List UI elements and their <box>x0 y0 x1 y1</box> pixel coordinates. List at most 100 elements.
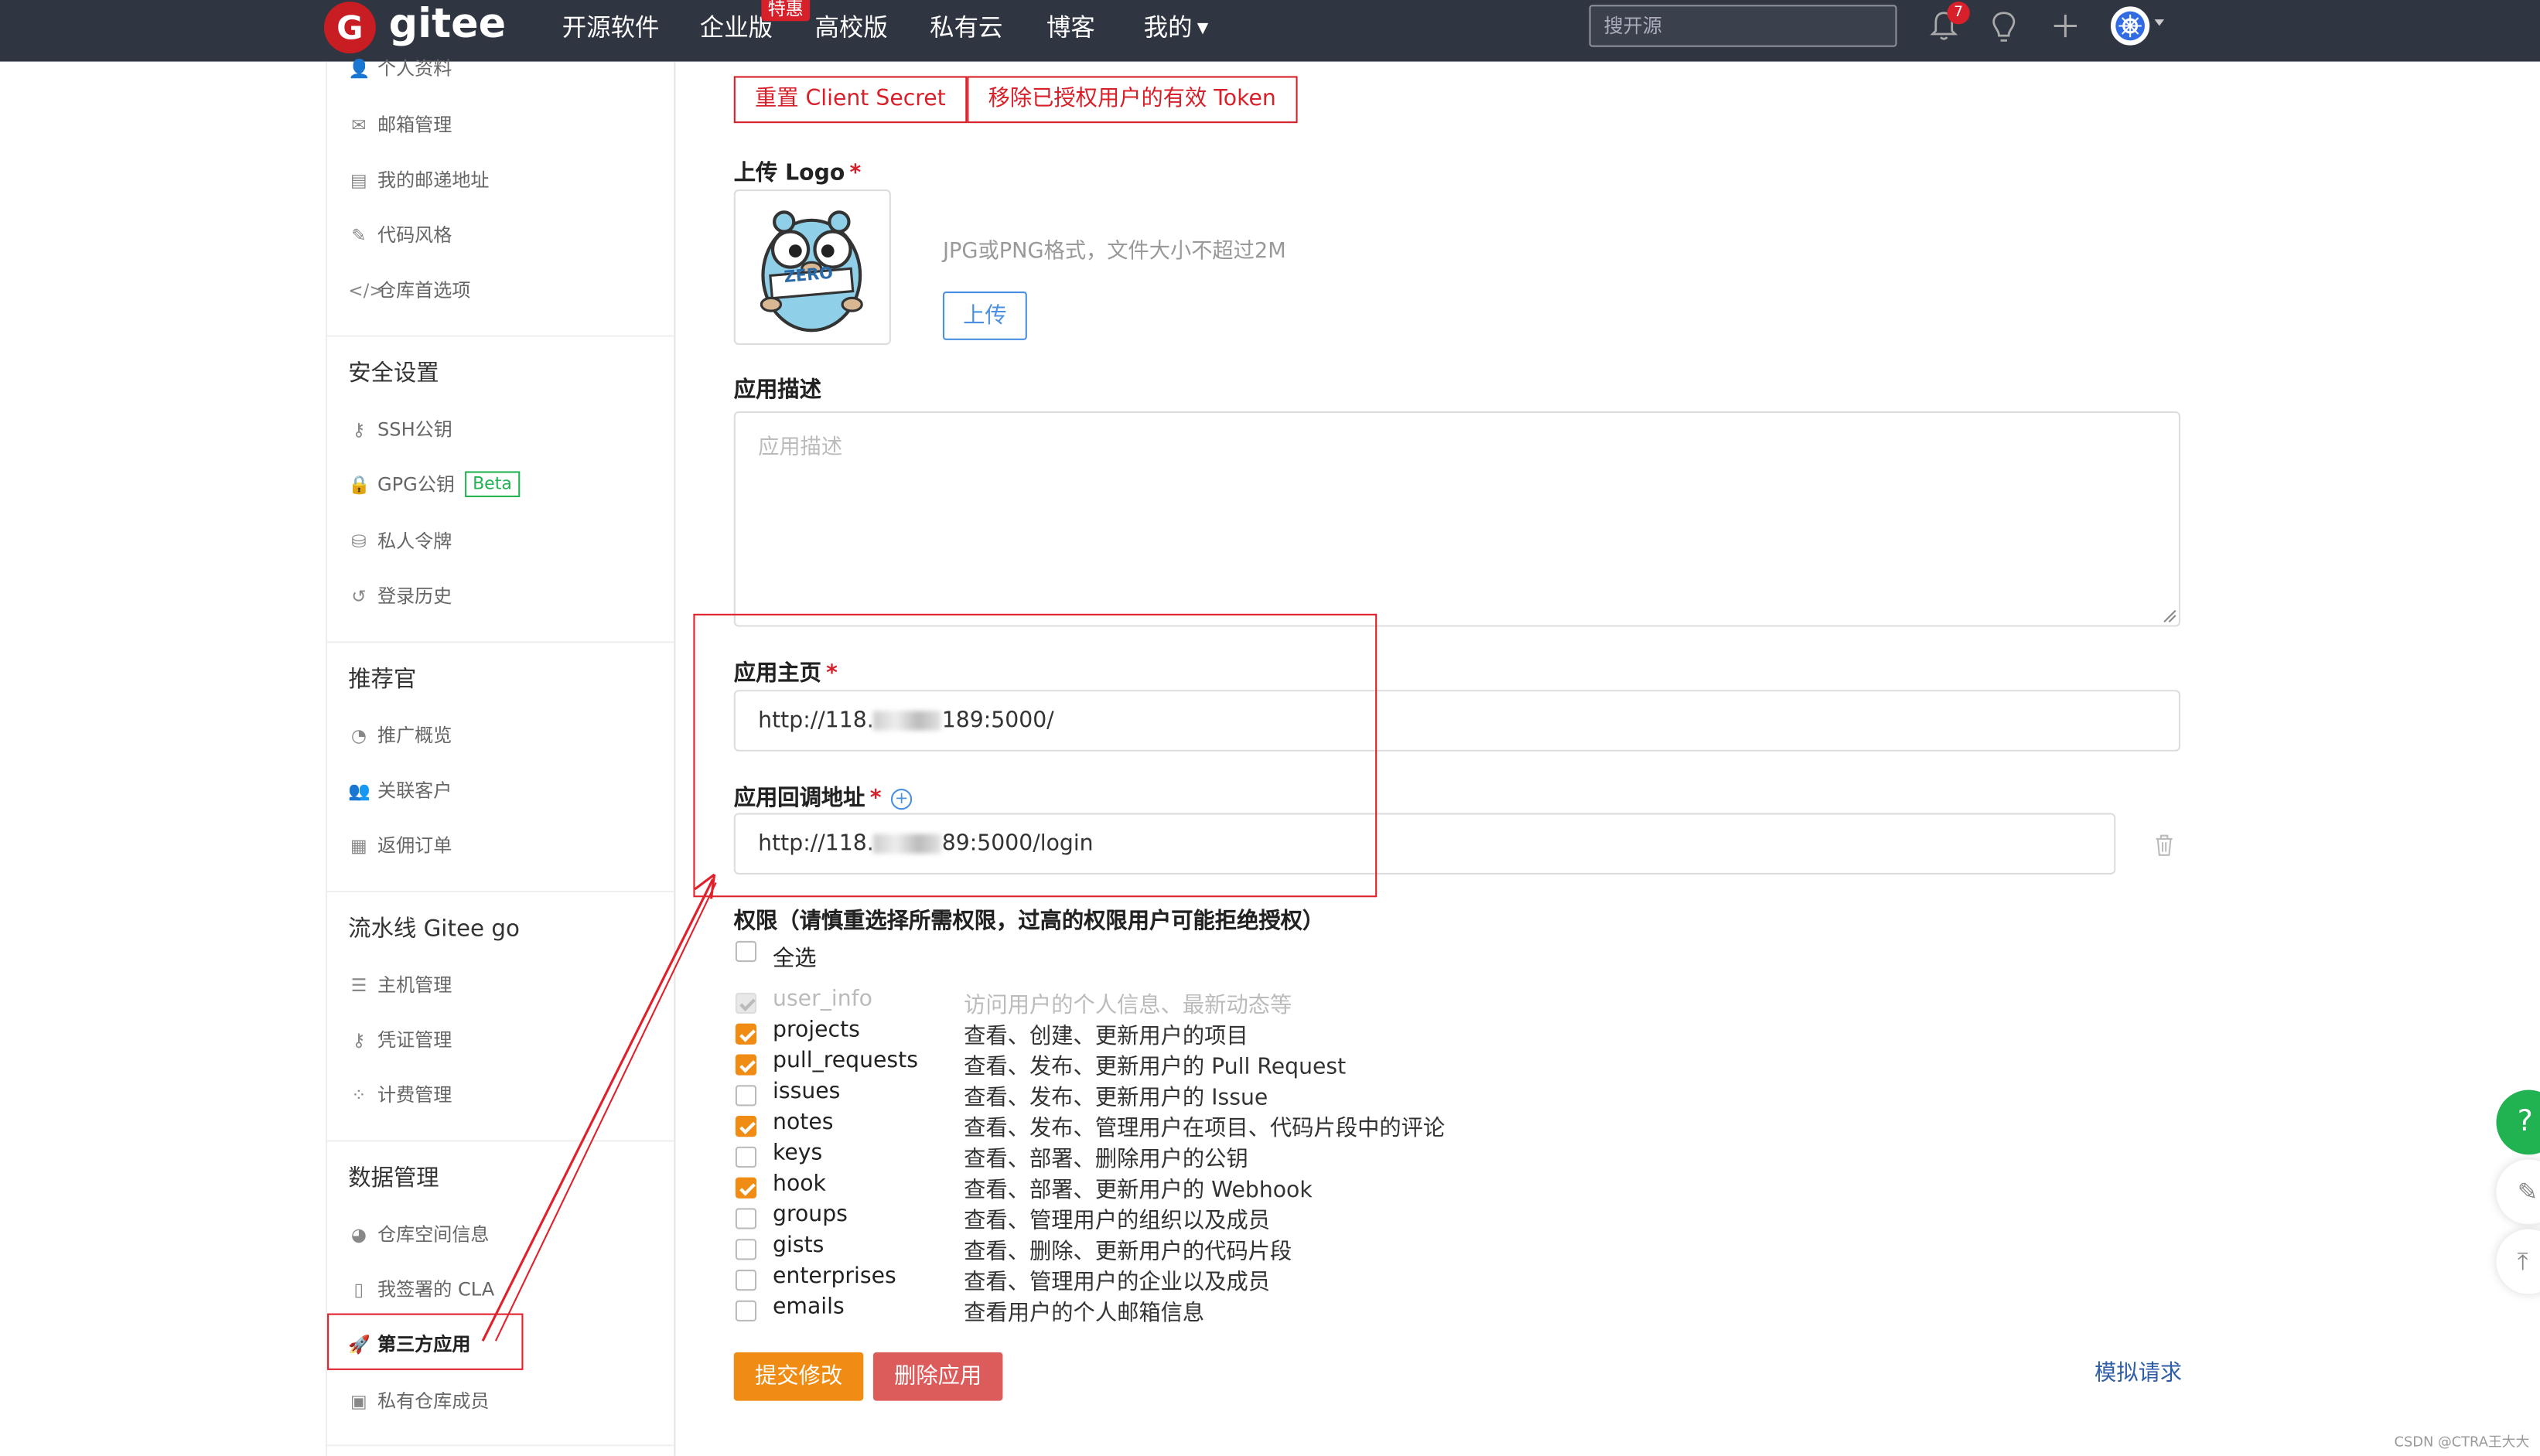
plus-icon[interactable] <box>2051 10 2081 43</box>
arrow-up-icon: ⤒ <box>2517 1246 2528 1277</box>
logo-format-hint: JPG或PNG格式，文件大小不超过2M <box>942 239 1286 264</box>
gitee-logo-icon[interactable]: G <box>323 2 376 54</box>
lightbulb-icon[interactable] <box>1989 10 2019 46</box>
scope-name: issues <box>773 1078 841 1105</box>
lock-icon: 🔒 <box>348 473 370 495</box>
sidebar-item-label: 代码风格 <box>377 223 452 247</box>
scope-name: gists <box>773 1232 824 1259</box>
sidebar-item-label: SSH公钥 <box>377 418 452 441</box>
scope-checkbox-gists[interactable] <box>735 1239 757 1260</box>
feedback-button[interactable]: ✎ <box>2496 1159 2540 1225</box>
sidebar-item-label: 私有仓库成员 <box>377 1389 490 1413</box>
nav-open-source[interactable]: 开源软件 <box>562 12 660 44</box>
scope-description: 查看、发布、管理用户在项目、代码片段中的评论 <box>964 1116 1446 1142</box>
description-textarea[interactable]: 应用描述 <box>733 411 2181 627</box>
sidebar-item-label: 计费管理 <box>377 1083 452 1106</box>
nav-education[interactable]: 高校版 <box>814 12 887 44</box>
sidebar-item-billing[interactable]: ⁘ 计费管理 <box>348 1082 452 1108</box>
scope-checkbox-issues[interactable] <box>735 1085 757 1106</box>
users-icon: 👥 <box>348 779 370 801</box>
delete-app-button[interactable]: 删除应用 <box>872 1352 1003 1401</box>
back-to-top-button[interactable]: ⤒ <box>2496 1229 2540 1294</box>
scope-description: 查看用户的个人邮箱信息 <box>964 1300 1205 1327</box>
chart-icon: ◔ <box>350 725 367 746</box>
sidebar-item-label: GPG公钥 <box>377 472 456 496</box>
scope-checkbox-projects[interactable] <box>735 1023 757 1045</box>
sidebar-item-host-management[interactable]: ☰ 主机管理 <box>348 972 452 998</box>
search-input[interactable]: 搜开源 <box>1589 5 1897 47</box>
scope-description: 查看、发布、更新用户的 Pull Request <box>964 1054 1347 1080</box>
scope-checkbox-emails[interactable] <box>735 1300 757 1322</box>
sidebar-item-label: 推广概览 <box>377 724 452 747</box>
key-icon: ⚷ <box>352 418 366 440</box>
sidebar-item-label: 凭证管理 <box>377 1028 452 1052</box>
nav-blog[interactable]: 博客 <box>1046 12 1095 44</box>
history-icon: ↺ <box>351 585 367 607</box>
sidebar-item-repo-preferences[interactable]: </> 仓库首选项 <box>348 277 470 303</box>
sidebar-item-linked-customers[interactable]: 👥 关联客户 <box>348 777 452 803</box>
gitee-logo-text[interactable]: gitee <box>389 0 506 49</box>
scope-checkbox-keys[interactable] <box>735 1146 757 1168</box>
scope-name: user_info <box>773 986 872 1012</box>
file-icon: ▯ <box>353 1278 364 1300</box>
upload-logo-button[interactable]: 上传 <box>942 291 1027 340</box>
sidebar-item-private-repo-members[interactable]: ▣ 私有仓库成员 <box>348 1388 489 1414</box>
sidebar-item-promo-overview[interactable]: ◔ 推广概览 <box>348 722 452 748</box>
required-mark: * <box>849 160 862 186</box>
user-icon: 👤 <box>348 57 370 79</box>
sidebar-heading-security: 安全设置 <box>348 361 439 387</box>
scope-name: projects <box>773 1017 860 1043</box>
avatar[interactable] <box>2111 6 2150 46</box>
sidebar-item-repo-space[interactable]: ◕ 仓库空间信息 <box>348 1221 490 1247</box>
select-all-checkbox[interactable] <box>735 940 757 963</box>
trash-icon[interactable] <box>2153 833 2175 857</box>
simulate-request-link[interactable]: 模拟请求 <box>2094 1354 2182 1386</box>
nav-mine[interactable]: 我的 ▼ <box>1144 12 1209 46</box>
address-card-icon: ▤ <box>350 169 367 191</box>
scope-name: hook <box>773 1171 826 1197</box>
logo-label: 上传 Logo * <box>734 154 862 186</box>
annotation-arrow-icon <box>481 873 717 1342</box>
scope-name: notes <box>773 1109 834 1136</box>
sidebar-item-label: 私人令牌 <box>377 529 452 553</box>
sidebar-item-label: 返佣订单 <box>377 834 452 857</box>
scope-checkbox-pull-requests[interactable] <box>735 1054 757 1076</box>
sidebar-item-label: 邮箱管理 <box>377 113 452 136</box>
scope-name: keys <box>773 1140 823 1166</box>
help-button[interactable]: ? <box>2496 1089 2540 1155</box>
permissions-label: 权限（请慎重选择所需权限，过高的权限用户可能拒绝授权） <box>733 908 1325 935</box>
app-logo-preview: ZERO <box>733 189 891 346</box>
revoke-tokens-button[interactable]: 移除已授权用户的有效 Token <box>967 76 1297 124</box>
billing-icon: ⁘ <box>351 1084 367 1106</box>
sidebar-item-address[interactable]: ▤ 我的邮递地址 <box>348 167 489 193</box>
reset-client-secret-button[interactable]: 重置 Client Secret <box>733 76 967 124</box>
sidebar-item-ssh-keys[interactable]: ⚷ SSH公钥 <box>348 416 452 442</box>
nav-private-cloud[interactable]: 私有云 <box>930 12 1002 44</box>
key-icon: ⚷ <box>352 1028 366 1051</box>
token-icon: ⛁ <box>351 530 367 552</box>
sidebar-item-label: 登录历史 <box>377 585 452 608</box>
scope-checkbox-user-info <box>735 992 757 1014</box>
scope-checkbox-enterprises[interactable] <box>735 1270 757 1291</box>
sidebar-divider <box>327 641 674 643</box>
top-navbar: G gitee 开源软件 企业版 特惠 高校版 私有云 博客 我的 ▼ 搜开源 7 <box>0 0 2540 62</box>
scope-description: 查看、管理用户的企业以及成员 <box>964 1270 1271 1296</box>
sidebar-item-commission-orders[interactable]: ▦ 返佣订单 <box>348 833 452 859</box>
sidebar-item-email[interactable]: ✉ 邮箱管理 <box>348 112 452 138</box>
scope-checkbox-hook[interactable] <box>735 1177 757 1199</box>
submit-changes-button[interactable]: 提交修改 <box>733 1352 864 1401</box>
sidebar-item-gpg-keys[interactable]: 🔒 GPG公钥 Beta <box>348 471 521 497</box>
brush-icon: ✎ <box>351 224 367 246</box>
scope-description: 查看、发布、更新用户的 Issue <box>964 1085 1268 1111</box>
sidebar-item-code-style[interactable]: ✎ 代码风格 <box>348 222 452 248</box>
resize-handle-icon[interactable] <box>2163 609 2177 623</box>
sidebar-item-login-history[interactable]: ↺ 登录历史 <box>348 583 452 609</box>
sidebar-divider <box>327 335 674 337</box>
sidebar-item-private-tokens[interactable]: ⛁ 私人令牌 <box>348 528 452 554</box>
sidebar-item-profile[interactable]: 👤 个人资料 <box>348 55 452 81</box>
annotation-box-urls <box>693 613 1378 898</box>
scope-checkbox-groups[interactable] <box>735 1208 757 1229</box>
scope-checkbox-notes[interactable] <box>735 1116 757 1137</box>
server-icon: ☰ <box>350 974 367 996</box>
sidebar-item-credential-management[interactable]: ⚷ 凭证管理 <box>348 1027 452 1053</box>
